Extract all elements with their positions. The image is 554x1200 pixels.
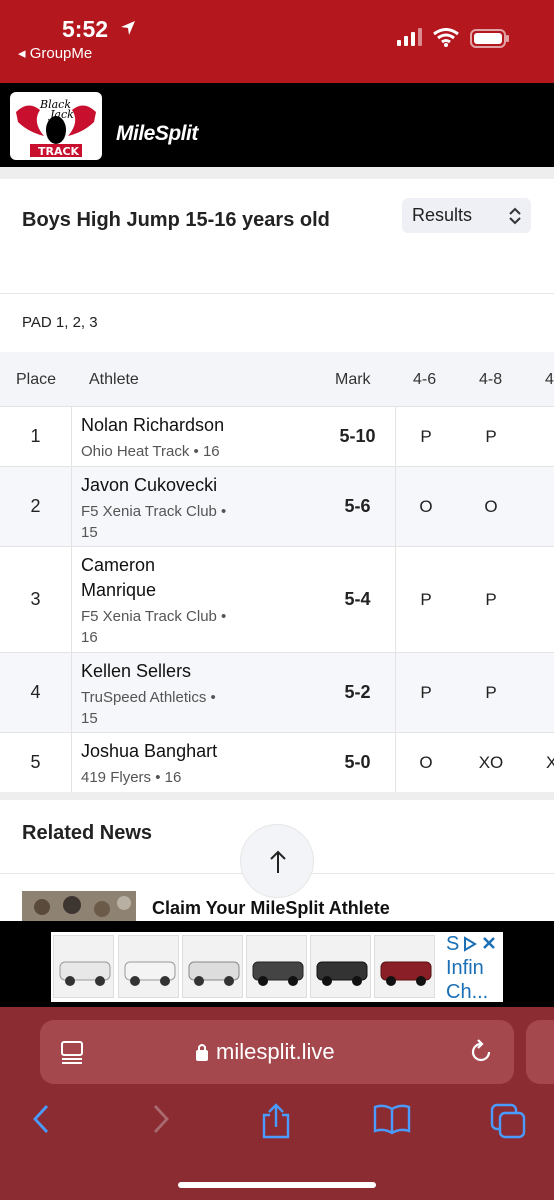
header-place: Place xyxy=(16,371,57,388)
header-height-3: 4 xyxy=(545,371,554,388)
arrow-up-icon xyxy=(270,850,286,873)
table-header: Place Athlete Mark 4-6 4-8 4 xyxy=(0,352,554,406)
related-news-heading: Related News xyxy=(22,822,153,844)
back-to-groupme-link[interactable]: ◂ GroupMe xyxy=(18,44,92,62)
site-header: Black Jack TRACK xyxy=(0,83,554,167)
attempt-cell: P xyxy=(485,426,497,446)
results-view-select[interactable]: Results xyxy=(402,198,531,233)
attempt-cell: X xyxy=(546,752,554,772)
battery-icon xyxy=(470,29,509,48)
attempt-cell: P xyxy=(420,426,432,446)
attempt-cell xyxy=(546,407,554,466)
ad-car-image[interactable] xyxy=(374,935,435,998)
header-mark: Mark xyxy=(335,371,371,388)
address-bar[interactable]: milesplit.live xyxy=(40,1020,514,1084)
wifi-icon xyxy=(433,28,459,47)
status-bar: 5:52 ◂ GroupMe xyxy=(0,0,554,83)
reload-icon[interactable] xyxy=(468,1038,494,1066)
back-icon[interactable] xyxy=(30,1103,52,1135)
attempt-cell xyxy=(546,653,554,732)
bookmarks-icon[interactable] xyxy=(372,1103,412,1135)
ad-car-image[interactable] xyxy=(118,935,179,998)
header-height-1: 4-6 xyxy=(413,371,437,388)
page-menu-icon[interactable] xyxy=(60,1040,86,1064)
header-athlete: Athlete xyxy=(89,371,139,388)
table-row[interactable]: 1 Nolan Richardson Ohio Heat Track • 16 … xyxy=(0,406,554,466)
event-title: Boys High Jump 15-16 years old xyxy=(22,209,330,231)
athlete-name[interactable]: Javon Cukovecki xyxy=(81,473,217,498)
attempt-cell: P xyxy=(420,589,432,609)
attempt-cell xyxy=(546,547,554,652)
results-select-label: Results xyxy=(412,205,473,225)
athlete-age: 15 xyxy=(81,710,98,727)
next-tab-address-bar[interactable] xyxy=(526,1020,554,1084)
ad-car-image[interactable] xyxy=(310,935,371,998)
ad-close-icon[interactable] xyxy=(482,936,496,950)
place-cell: 1 xyxy=(0,407,72,466)
header-height-2: 4-8 xyxy=(479,371,503,388)
place-cell: 4 xyxy=(0,653,72,732)
svg-text:TRACK: TRACK xyxy=(38,145,80,158)
athlete-team: F5 Xenia Track Club • xyxy=(81,503,227,520)
scroll-to-top-button[interactable] xyxy=(240,824,314,898)
place-cell: 3 xyxy=(0,547,72,652)
news-headline-link[interactable]: Claim Your MileSplit Athlete xyxy=(152,898,390,919)
athlete-team: F5 Xenia Track Club • xyxy=(81,608,227,625)
athlete-age: 15 xyxy=(81,524,98,541)
attempt-cell xyxy=(546,467,554,546)
attempt-cell: XO xyxy=(478,752,504,772)
table-row[interactable]: 3 Cameron Manrique F5 Xenia Track Club •… xyxy=(0,546,554,652)
attempt-cell: P xyxy=(420,682,432,702)
attempt-cell: O xyxy=(419,752,433,772)
milesplit-logo[interactable]: MileSplit xyxy=(116,122,198,146)
ad-car-image[interactable] xyxy=(53,935,114,998)
ad-car-image[interactable] xyxy=(182,935,243,998)
forward-icon[interactable] xyxy=(150,1103,172,1135)
status-time: 5:52 xyxy=(62,16,109,42)
attempt-cell: P xyxy=(485,682,497,702)
location-arrow-icon xyxy=(121,21,135,35)
athlete-name[interactable]: Joshua Banghart xyxy=(81,739,217,764)
ad-text-line: Ch... xyxy=(446,981,489,1003)
ad-car-image[interactable] xyxy=(246,935,307,998)
athlete-name[interactable]: Cameron xyxy=(81,553,155,578)
ad-text-line: Infin xyxy=(446,957,484,979)
mark-cell: 5-10 xyxy=(320,407,396,466)
athlete-name-cont[interactable]: Manrique xyxy=(81,578,156,603)
divider xyxy=(0,792,554,800)
athlete-name[interactable]: Nolan Richardson xyxy=(81,413,224,438)
home-indicator xyxy=(178,1182,376,1188)
athlete-team: TruSpeed Athletics • xyxy=(81,689,216,706)
news-thumbnail[interactable] xyxy=(22,891,136,923)
divider xyxy=(0,293,554,294)
athlete-team: Ohio Heat Track • 16 xyxy=(81,443,220,460)
mark-cell: 5-2 xyxy=(320,653,396,732)
heights-label: PAD 1, 2, 3 xyxy=(22,314,98,331)
mark-cell: 5-0 xyxy=(320,733,396,792)
cellular-signal-icon xyxy=(397,28,422,46)
attempt-cell: O xyxy=(484,496,498,516)
ad-choices-icon[interactable] xyxy=(462,936,478,952)
url-text[interactable]: milesplit.live xyxy=(216,1039,335,1065)
chevron-up-down-icon xyxy=(509,207,521,225)
table-row[interactable]: 2 Javon Cukovecki F5 Xenia Track Club • … xyxy=(0,466,554,546)
mark-cell: 5-6 xyxy=(320,467,396,546)
athlete-team: 419 Flyers • 16 xyxy=(81,769,182,786)
attempt-cell: P xyxy=(485,589,497,609)
mark-cell: 5-4 xyxy=(320,547,396,652)
place-cell: 5 xyxy=(0,733,72,792)
place-cell: 2 xyxy=(0,467,72,546)
table-row[interactable]: 5 Joshua Banghart 419 Flyers • 16 5-0 O … xyxy=(0,732,554,792)
lock-icon xyxy=(196,1044,208,1061)
share-icon[interactable] xyxy=(258,1103,294,1139)
table-row[interactable]: 4 Kellen Sellers TruSpeed Athletics • 15… xyxy=(0,652,554,732)
athlete-age: 16 xyxy=(81,629,98,646)
team-logo[interactable]: Black Jack TRACK xyxy=(10,92,102,160)
svg-text:Jack: Jack xyxy=(48,108,74,121)
attempt-cell: O xyxy=(419,496,433,516)
divider xyxy=(0,167,554,179)
tabs-icon[interactable] xyxy=(490,1103,528,1139)
athlete-name[interactable]: Kellen Sellers xyxy=(81,659,191,684)
